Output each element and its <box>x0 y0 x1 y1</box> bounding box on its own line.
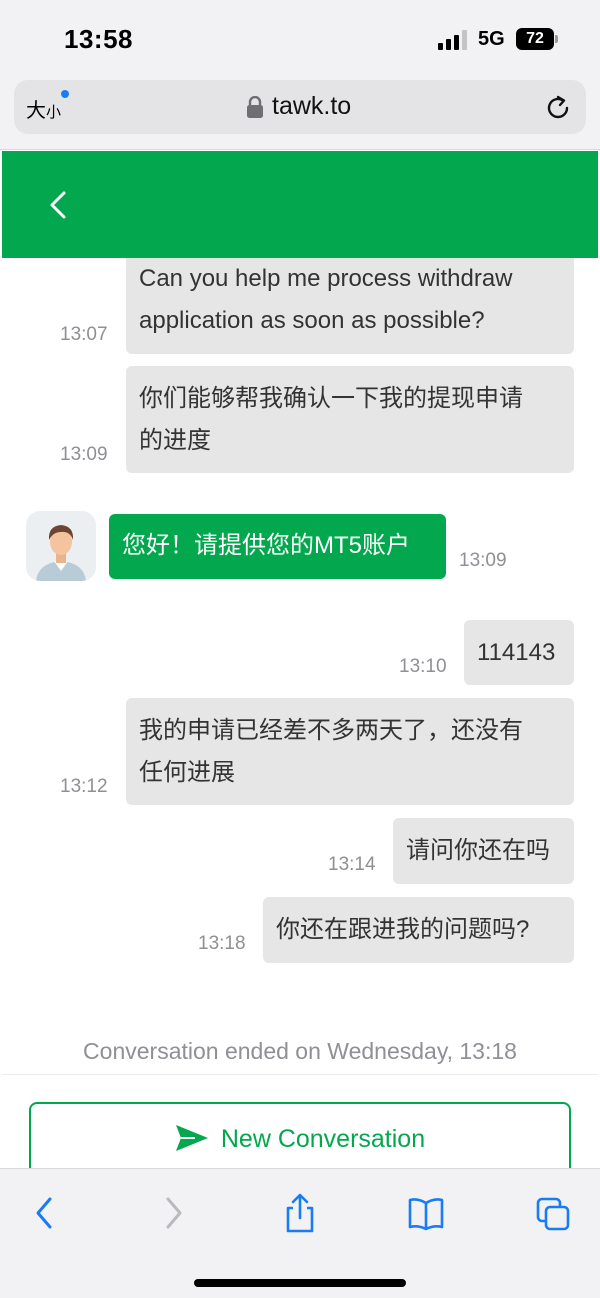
signal-strength-icon <box>438 30 470 50</box>
visitor-message: 你们能够帮我确认一下我的提现申请 的进度 <box>126 366 574 473</box>
divider <box>2 1074 598 1075</box>
back-arrow-icon[interactable] <box>26 1193 62 1233</box>
text-size-label: 大 <box>26 100 46 122</box>
reload-icon[interactable] <box>544 94 572 122</box>
browser-toolbar <box>0 1168 600 1298</box>
visitor-message: 114143 <box>464 620 574 685</box>
browser-address-area: 大小 tawk.to <box>0 78 600 150</box>
message-timestamp: 13:12 <box>60 776 108 797</box>
text-size-button[interactable]: 大小 <box>26 94 61 123</box>
message-text-line: 的进度 <box>139 427 211 454</box>
new-conversation-label: New Conversation <box>220 1125 426 1153</box>
agent-message: 您好！请提供您的MT5账户 <box>109 514 446 579</box>
status-bar: 13:58 5G 72 <box>0 0 600 78</box>
url-text[interactable]: tawk.to <box>272 92 351 121</box>
notification-dot <box>61 90 69 98</box>
message-text: 您好！请提供您的MT5账户 <box>122 532 410 559</box>
visitor-message: 我的申请已经差不多两天了，还没有 任何进展 <box>126 698 574 805</box>
forward-arrow-icon[interactable] <box>156 1193 192 1233</box>
message-timestamp: 13:14 <box>328 854 376 875</box>
share-icon[interactable] <box>282 1193 318 1233</box>
tabs-icon[interactable] <box>536 1193 572 1233</box>
message-text-line: 我的申请已经差不多两天了，还没有 <box>139 717 523 744</box>
message-timestamp: 13:07 <box>60 324 108 345</box>
visitor-message: Can you help me process withdraw applica… <box>126 258 574 354</box>
message-text: 114143 <box>477 639 556 666</box>
home-indicator <box>194 1279 406 1287</box>
network-type: 5G <box>478 28 505 50</box>
text-size-label-small: 小 <box>46 104 62 121</box>
new-conversation-button[interactable]: New Conversation <box>29 1102 571 1168</box>
message-timestamp: 13:10 <box>399 656 447 677</box>
agent-avatar-icon <box>36 525 86 581</box>
lock-icon <box>247 96 263 118</box>
battery-icon: 72 <box>516 28 558 50</box>
chevron-left-icon[interactable] <box>42 185 76 225</box>
chat-transcript[interactable]: 13:07 Can you help me process withdraw a… <box>2 258 598 1168</box>
chat-header <box>2 151 598 258</box>
conversation-ended-notice: Conversation ended on Wednesday, 13:18 <box>83 1038 517 1064</box>
status-time: 13:58 <box>64 24 133 54</box>
message-text-line: Can you help me process withdraw <box>139 265 513 292</box>
address-bar[interactable]: 大小 tawk.to <box>14 80 586 134</box>
message-timestamp: 13:09 <box>60 444 108 465</box>
message-text-line: application as soon as possible? <box>139 307 485 334</box>
message-text: 请问你还在吗 <box>406 837 550 864</box>
send-icon <box>175 1125 208 1151</box>
book-icon[interactable] <box>408 1193 444 1233</box>
message-timestamp: 13:09 <box>459 550 507 571</box>
message-text: 你还在跟进我的问题吗? <box>276 916 530 943</box>
message-text-line: 你们能够帮我确认一下我的提现申请 <box>139 385 523 412</box>
visitor-message: 请问你还在吗 <box>393 818 574 884</box>
message-text-line: 任何进展 <box>139 759 235 786</box>
visitor-message: 你还在跟进我的问题吗? <box>263 897 574 963</box>
message-timestamp: 13:18 <box>198 933 246 954</box>
agent-avatar <box>26 511 96 581</box>
